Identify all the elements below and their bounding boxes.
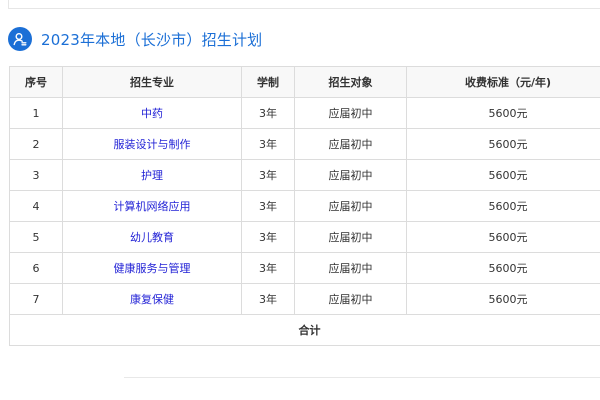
column-header-duration: 学制 — [241, 66, 295, 98]
column-header-major: 招生专业 — [62, 66, 242, 98]
divider — [124, 377, 600, 378]
column-header-fee: 收费标准（元/年) — [406, 66, 600, 98]
row-duration: 3年 — [241, 128, 295, 160]
table-row: 1 中药 3年 应届初中 5600元 — [9, 97, 600, 129]
major-link[interactable]: 护理 — [62, 159, 242, 191]
column-header-target: 招生对象 — [294, 66, 407, 98]
row-target: 应届初中 — [294, 283, 407, 315]
section-header: 2023年本地（长沙市）招生计划 — [8, 26, 262, 52]
table-row: 7 康复保健 3年 应届初中 5600元 — [9, 283, 600, 315]
row-duration: 3年 — [241, 190, 295, 222]
major-link[interactable]: 服装设计与制作 — [62, 128, 242, 160]
row-fee: 5600元 — [406, 97, 600, 129]
section-title: 2023年本地（长沙市）招生计划 — [41, 30, 263, 49]
previous-section-card — [8, 0, 600, 9]
row-fee: 5600元 — [406, 252, 600, 284]
row-target: 应届初中 — [294, 128, 407, 160]
major-link[interactable]: 计算机网络应用 — [62, 190, 242, 222]
major-link[interactable]: 幼儿教育 — [62, 221, 242, 253]
table-row: 4 计算机网络应用 3年 应届初中 5600元 — [9, 190, 600, 222]
table-row: 6 健康服务与管理 3年 应届初中 5600元 — [9, 252, 600, 284]
row-fee: 5600元 — [406, 128, 600, 160]
row-index: 1 — [9, 97, 63, 129]
row-duration: 3年 — [241, 97, 295, 129]
user-info-icon — [8, 27, 32, 51]
major-link[interactable]: 中药 — [62, 97, 242, 129]
row-duration: 3年 — [241, 221, 295, 253]
row-target: 应届初中 — [294, 252, 407, 284]
row-index: 4 — [9, 190, 63, 222]
column-header-index: 序号 — [9, 66, 63, 98]
table-header-row: 序号 招生专业 学制 招生对象 收费标准（元/年) — [9, 66, 600, 98]
row-fee: 5600元 — [406, 283, 600, 315]
row-index: 7 — [9, 283, 63, 315]
row-target: 应届初中 — [294, 190, 407, 222]
table-row: 2 服装设计与制作 3年 应届初中 5600元 — [9, 128, 600, 160]
row-target: 应届初中 — [294, 159, 407, 191]
table-row: 3 护理 3年 应届初中 5600元 — [9, 159, 600, 191]
table-row: 5 幼儿教育 3年 应届初中 5600元 — [9, 221, 600, 253]
row-target: 应届初中 — [294, 97, 407, 129]
row-duration: 3年 — [241, 283, 295, 315]
major-link[interactable]: 健康服务与管理 — [62, 252, 242, 284]
row-index: 2 — [9, 128, 63, 160]
total-label: 合计 — [9, 314, 600, 346]
row-index: 6 — [9, 252, 63, 284]
row-target: 应届初中 — [294, 221, 407, 253]
row-index: 5 — [9, 221, 63, 253]
row-duration: 3年 — [241, 252, 295, 284]
enrollment-plan-table: 序号 招生专业 学制 招生对象 收费标准（元/年) 1 中药 3年 应届初中 5… — [9, 66, 600, 346]
row-fee: 5600元 — [406, 221, 600, 253]
row-index: 3 — [9, 159, 63, 191]
table-total-row: 合计 — [9, 314, 600, 346]
row-fee: 5600元 — [406, 190, 600, 222]
major-link[interactable]: 康复保健 — [62, 283, 242, 315]
row-duration: 3年 — [241, 159, 295, 191]
row-fee: 5600元 — [406, 159, 600, 191]
